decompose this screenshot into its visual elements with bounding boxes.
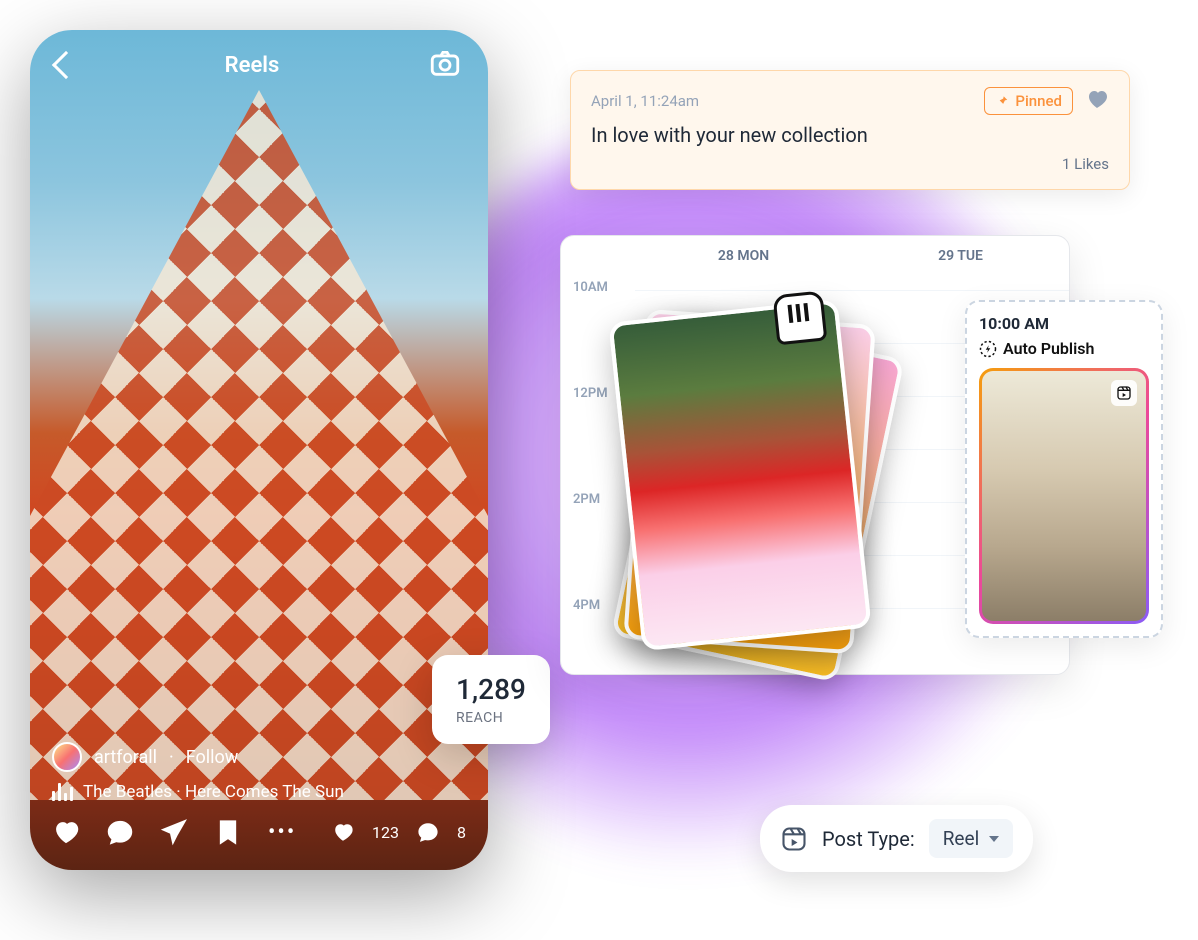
auto-publish-label: Auto Publish bbox=[1003, 339, 1094, 358]
media-stack[interactable] bbox=[625, 310, 880, 680]
post-type-dropdown[interactable]: Reel bbox=[929, 819, 1013, 858]
back-icon[interactable] bbox=[52, 51, 80, 79]
heart-icon[interactable] bbox=[52, 818, 80, 846]
like-count: 123 bbox=[372, 823, 399, 842]
calendar-day[interactable]: 29 TUE bbox=[852, 236, 1069, 276]
phone-footer: artforall · Follow The Beatles · Here Co… bbox=[30, 742, 488, 870]
schedule-thumbnail bbox=[979, 368, 1149, 624]
username-sep: · bbox=[169, 747, 174, 768]
time-label: 4PM bbox=[573, 598, 600, 613]
like-comment-icon[interactable] bbox=[1085, 87, 1109, 115]
comment-icon[interactable] bbox=[106, 818, 134, 846]
music-text: The Beatles · Here Comes The Sun bbox=[83, 782, 344, 802]
camera-icon[interactable] bbox=[428, 46, 462, 84]
avatar bbox=[52, 742, 82, 772]
reach-card: 1,289 REACH bbox=[432, 655, 550, 744]
pin-icon bbox=[995, 94, 1009, 108]
comment-card: April 1, 11:24am Pinned In love with you… bbox=[570, 70, 1130, 190]
time-label: 2PM bbox=[573, 492, 600, 507]
stack-card-top[interactable] bbox=[608, 299, 871, 651]
reach-label: REACH bbox=[456, 710, 526, 726]
username: artforall bbox=[94, 747, 157, 768]
comment-count-icon bbox=[417, 821, 439, 843]
more-icon[interactable]: ••• bbox=[268, 820, 296, 845]
music-icon bbox=[52, 783, 73, 801]
calendar-header: 28 MON 29 TUE bbox=[561, 236, 1069, 276]
post-type-label: Post Type: bbox=[822, 827, 915, 851]
calendar-day[interactable]: 28 MON bbox=[635, 236, 852, 276]
chevron-down-icon bbox=[989, 836, 999, 842]
time-label: 10AM bbox=[573, 280, 608, 295]
pinned-badge[interactable]: Pinned bbox=[984, 87, 1073, 115]
music-row[interactable]: The Beatles · Here Comes The Sun bbox=[52, 782, 466, 802]
send-icon[interactable] bbox=[160, 818, 188, 846]
reels-icon bbox=[780, 825, 808, 853]
follow-link[interactable]: Follow bbox=[186, 747, 239, 768]
auto-publish-row: Auto Publish bbox=[979, 339, 1149, 358]
phone-reels-preview: Reels artforall · Follow The Beatles · H… bbox=[30, 30, 488, 870]
phone-header: Reels bbox=[30, 30, 488, 100]
post-type-value: Reel bbox=[943, 827, 979, 850]
post-type-selector: Post Type: Reel bbox=[760, 805, 1033, 872]
heart-count-icon bbox=[332, 821, 354, 843]
grab-cursor-icon bbox=[772, 290, 827, 345]
time-label: 12PM bbox=[573, 386, 608, 401]
comment-text: In love with your new collection bbox=[591, 123, 1109, 147]
reach-value: 1,289 bbox=[456, 673, 526, 706]
lightning-icon bbox=[979, 340, 997, 358]
pinned-label: Pinned bbox=[1015, 92, 1062, 110]
building-photo bbox=[30, 90, 488, 800]
comment-timestamp: April 1, 11:24am bbox=[591, 92, 699, 110]
action-bar: ••• 123 8 bbox=[52, 818, 466, 846]
scheduled-post-card[interactable]: 10:00 AM Auto Publish bbox=[965, 300, 1163, 638]
post-user[interactable]: artforall · Follow bbox=[52, 742, 466, 772]
bookmark-icon[interactable] bbox=[214, 818, 242, 846]
comment-likes: 1 Likes bbox=[591, 155, 1109, 173]
reels-badge-icon bbox=[1111, 380, 1137, 406]
comment-count: 8 bbox=[457, 823, 466, 842]
schedule-time: 10:00 AM bbox=[979, 314, 1149, 333]
reels-title: Reels bbox=[225, 53, 280, 78]
